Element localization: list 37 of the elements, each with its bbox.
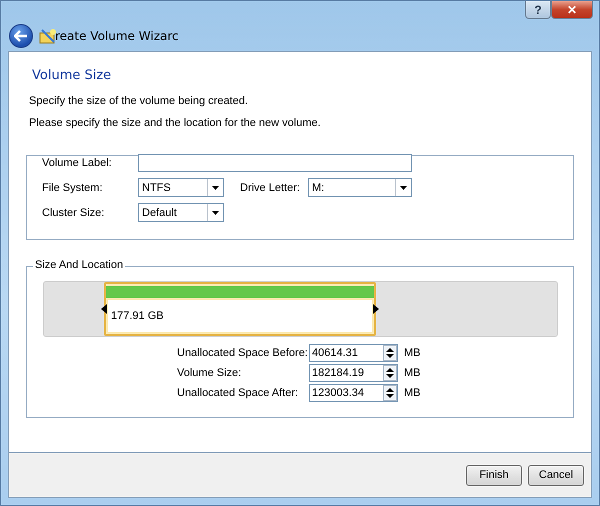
size-spin-field[interactable]: 123003.34 (309, 384, 398, 402)
spin-arrows-icon[interactable] (383, 345, 397, 361)
back-button[interactable] (9, 24, 33, 48)
size-spin-field[interactable]: 182184.19 (309, 364, 398, 382)
volume-label-label: Volume Label: (42, 156, 113, 168)
volume-block[interactable]: 177.91 GB (104, 282, 376, 336)
unit-label: MB (404, 367, 420, 379)
finish-button[interactable]: Finish (466, 464, 522, 486)
cancel-button[interactable]: Cancel (528, 464, 584, 486)
size-field-label: Volume Size: (177, 367, 242, 379)
unit-label: MB (404, 347, 420, 359)
size-spin-field[interactable]: 40614.31 (309, 344, 398, 362)
wizard-icon (39, 28, 57, 44)
back-arrow-icon (14, 30, 28, 42)
cluster-size-label: Cluster Size: (42, 206, 106, 218)
instruction-text: Please specify the size and the location for the new volume. (29, 117, 322, 129)
spin-arrows-icon[interactable] (383, 365, 397, 381)
unit-label: MB (404, 387, 420, 399)
description-text: Specify the size of the volume being created. (29, 95, 249, 107)
window-title: reate Volume Wizarc (55, 29, 179, 43)
size-field-label: Unallocated Space Before: (177, 347, 309, 359)
drive-letter-label: Drive Letter: (240, 182, 301, 194)
size-field-label: Unallocated Space After: (177, 387, 300, 399)
caret-icon (212, 210, 220, 214)
spin-arrows-icon[interactable] (383, 385, 397, 401)
caret-icon (400, 186, 408, 190)
close-button[interactable]: ✕ (551, 1, 593, 19)
page-heading: Volume Size (32, 68, 112, 83)
volume-label-field[interactable] (138, 154, 412, 172)
caret-icon (212, 186, 220, 190)
cluster-size-dropdown[interactable]: Default (138, 203, 224, 222)
drive-letter-dropdown[interactable]: M: (308, 178, 412, 197)
help-button[interactable]: ? (525, 1, 551, 19)
file-system-dropdown[interactable]: NTFS (138, 178, 224, 197)
file-system-label: File System: (42, 182, 104, 194)
group-title: Size And Location (33, 259, 126, 271)
volume-size-text: 177.91 GB (111, 310, 164, 322)
